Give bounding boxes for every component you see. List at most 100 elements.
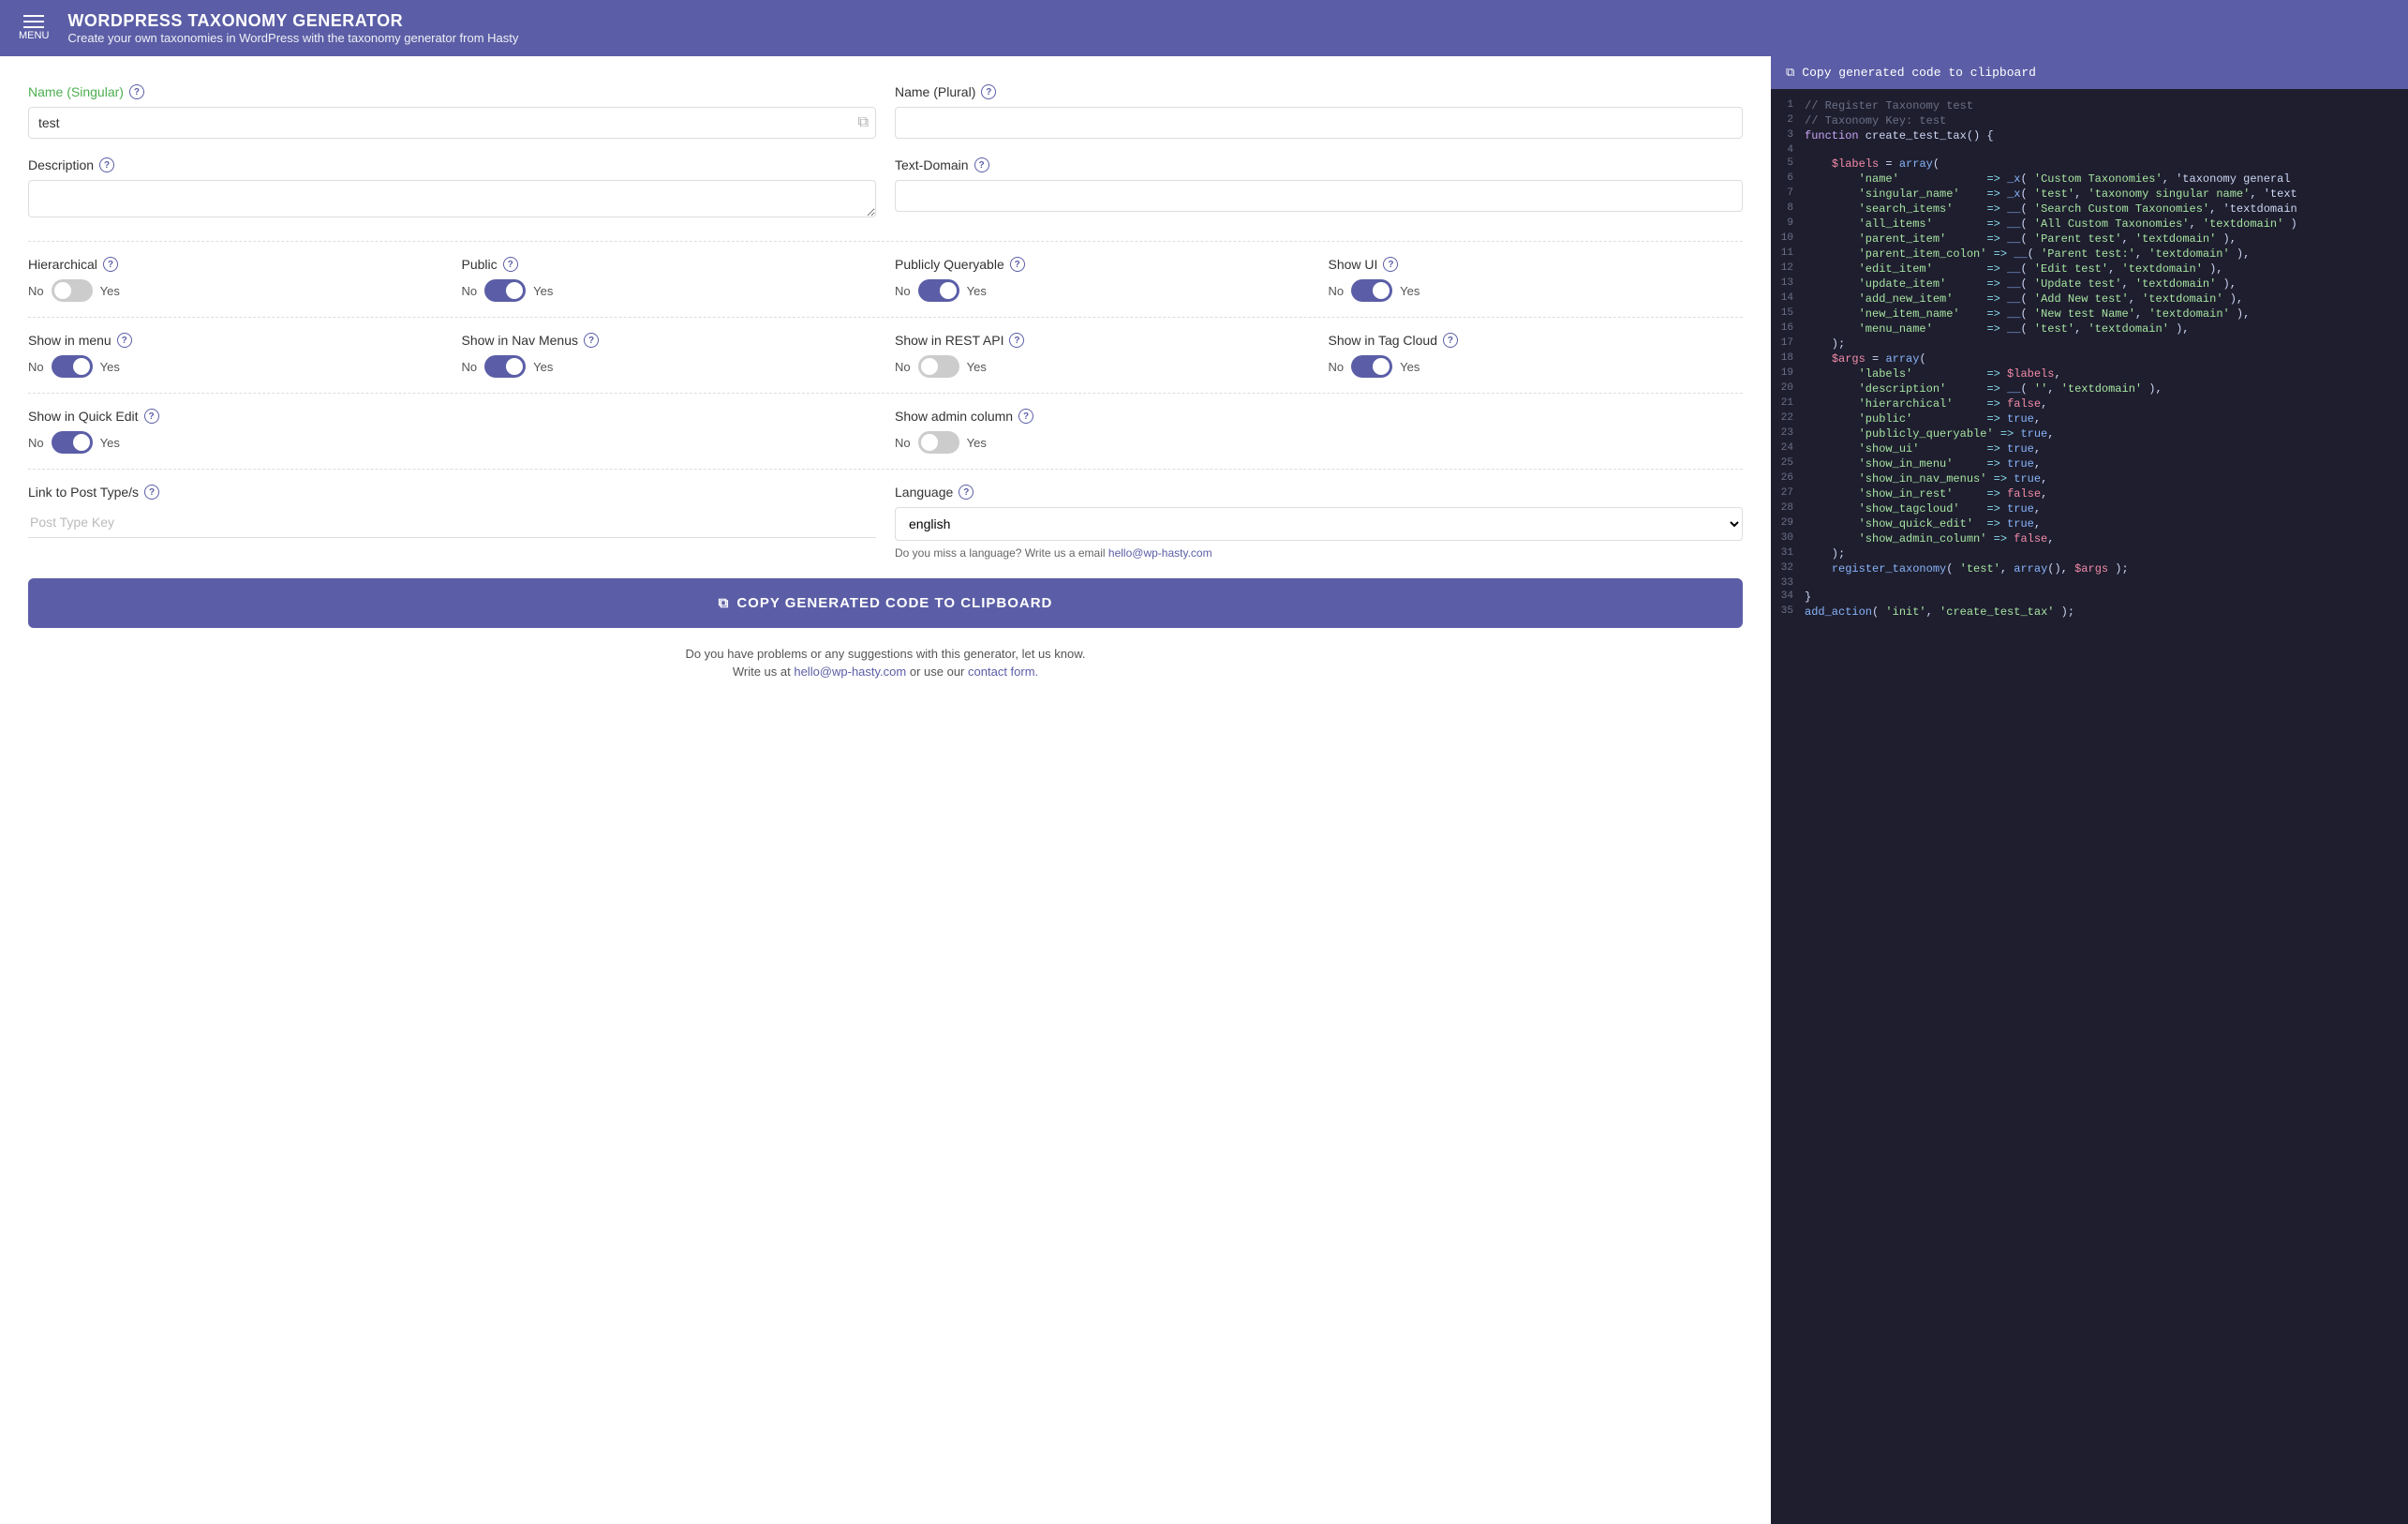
- publicly-queryable-help-icon[interactable]: ?: [1010, 257, 1025, 272]
- show-in-quick-edit-toggle[interactable]: [52, 431, 93, 454]
- plural-name-input[interactable]: [895, 107, 1743, 139]
- show-in-quick-edit-toggle-row: No Yes: [28, 431, 876, 454]
- code-line: 29 'show_quick_edit' => true,: [1771, 516, 2408, 531]
- code-header-label: Copy generated code to clipboard: [1802, 66, 2036, 80]
- siqe-no: No: [28, 436, 44, 450]
- description-label: Description ?: [28, 157, 876, 172]
- show-in-nav-menus-group: Show in Nav Menus ? No Yes: [462, 333, 877, 378]
- code-copy-button[interactable]: ⧉ Copy generated code to clipboard: [1771, 56, 2408, 89]
- page-title: WORDPRESS TAXONOMY GENERATOR: [67, 11, 518, 31]
- public-help-icon[interactable]: ?: [503, 257, 518, 272]
- footer-email-link[interactable]: hello@wp-hasty.com: [794, 665, 906, 679]
- line-number: 2: [1771, 114, 1805, 127]
- sac-no: No: [895, 436, 911, 450]
- language-select[interactable]: english: [895, 507, 1743, 541]
- show-in-menu-help-icon[interactable]: ?: [117, 333, 132, 348]
- line-number: 28: [1771, 502, 1805, 515]
- language-help-icon[interactable]: ?: [959, 485, 974, 500]
- code-line: 11 'parent_item_colon' => __( 'Parent te…: [1771, 247, 2408, 261]
- line-number: 29: [1771, 517, 1805, 530]
- singular-name-group: Name (Singular) ? ⧉: [28, 84, 876, 139]
- toggle-row-3: Show in Quick Edit ? No Yes Show admin c…: [28, 409, 1743, 454]
- line-number: 12: [1771, 262, 1805, 276]
- show-ui-toggle[interactable]: [1351, 279, 1392, 302]
- textdomain-input[interactable]: [895, 180, 1743, 212]
- show-admin-column-toggle[interactable]: [918, 431, 959, 454]
- line-code: 'update_item' => __( 'Update test', 'tex…: [1805, 277, 2237, 291]
- language-email-link[interactable]: hello@wp-hasty.com: [1108, 546, 1212, 560]
- line-code: 'description' => __( '', 'textdomain' ),: [1805, 382, 2163, 396]
- public-toggle[interactable]: [484, 279, 526, 302]
- line-number: 31: [1771, 547, 1805, 560]
- code-line: 24 'show_ui' => true,: [1771, 441, 2408, 456]
- code-line: 33: [1771, 576, 2408, 590]
- show-admin-column-toggle-row: No Yes: [895, 431, 1743, 454]
- line-code: function create_test_tax() {: [1805, 129, 1994, 142]
- toggle-row-1: Hierarchical ? No Yes Public ?: [28, 257, 1743, 302]
- bottom-section: Link to Post Type/s ? Language ? english…: [28, 485, 1743, 560]
- code-line: 28 'show_tagcloud' => true,: [1771, 501, 2408, 516]
- line-code: 'public' => true,: [1805, 412, 2041, 426]
- post-type-input[interactable]: [28, 507, 876, 538]
- code-line: 3function create_test_tax() {: [1771, 128, 2408, 143]
- show-in-menu-toggle[interactable]: [52, 355, 93, 378]
- language-hint: Do you miss a language? Write us a email…: [895, 546, 1743, 560]
- line-code: 'show_in_rest' => false,: [1805, 487, 2047, 501]
- line-number: 16: [1771, 322, 1805, 336]
- show-in-nav-menus-toggle[interactable]: [484, 355, 526, 378]
- line-number: 20: [1771, 382, 1805, 396]
- code-line: 20 'description' => __( '', 'textdomain'…: [1771, 381, 2408, 396]
- line-code: $labels = array(: [1805, 157, 1940, 171]
- show-in-rest-help-icon[interactable]: ?: [1009, 333, 1024, 348]
- line-number: 5: [1771, 157, 1805, 171]
- menu-button[interactable]: MENU: [19, 15, 49, 41]
- code-line: 25 'show_in_menu' => true,: [1771, 456, 2408, 471]
- textdomain-help-icon[interactable]: ?: [974, 157, 989, 172]
- show-admin-column-help-icon[interactable]: ?: [1018, 409, 1033, 424]
- line-code: 'name' => _x( 'Custom Taxonomies', 'taxo…: [1805, 172, 2291, 186]
- line-number: 22: [1771, 412, 1805, 426]
- hierarchical-help-icon[interactable]: ?: [103, 257, 118, 272]
- post-type-help-icon[interactable]: ?: [144, 485, 159, 500]
- description-input[interactable]: [28, 180, 876, 217]
- line-number: 30: [1771, 532, 1805, 545]
- line-code: register_taxonomy( 'test', array(), $arg…: [1805, 562, 2129, 575]
- line-code: }: [1805, 590, 1811, 604]
- show-in-tag-cloud-group: Show in Tag Cloud ? No Yes: [1329, 333, 1744, 378]
- toggle-row-2: Show in menu ? No Yes Show in Nav Menus …: [28, 333, 1743, 378]
- divider-4: [28, 469, 1743, 470]
- hierarchical-toggle[interactable]: [52, 279, 93, 302]
- code-line: 13 'update_item' => __( 'Update test', '…: [1771, 276, 2408, 291]
- show-ui-help-icon[interactable]: ?: [1383, 257, 1398, 272]
- line-number: 18: [1771, 352, 1805, 366]
- description-help-icon[interactable]: ?: [99, 157, 114, 172]
- line-number: 1: [1771, 99, 1805, 112]
- line-number: 15: [1771, 307, 1805, 321]
- show-in-rest-group: Show in REST API ? No Yes: [895, 333, 1310, 378]
- publicly-queryable-toggle[interactable]: [918, 279, 959, 302]
- line-code: 'add_new_item' => __( 'Add New test', 't…: [1805, 292, 2243, 306]
- copy-generated-code-button[interactable]: ⧉ COPY GENERATED CODE TO CLIPBOARD: [28, 578, 1743, 628]
- copy-icon[interactable]: ⧉: [858, 114, 869, 131]
- show-in-tag-cloud-toggle[interactable]: [1351, 355, 1392, 378]
- show-in-tag-cloud-help-icon[interactable]: ?: [1443, 333, 1458, 348]
- show-in-quick-edit-help-icon[interactable]: ?: [144, 409, 159, 424]
- plural-name-help-icon[interactable]: ?: [981, 84, 996, 99]
- sinm-no: No: [462, 360, 478, 374]
- show-in-tag-cloud-label: Show in Tag Cloud ?: [1329, 333, 1744, 348]
- sim-no: No: [28, 360, 44, 374]
- footer-contact-link[interactable]: contact form.: [968, 665, 1038, 679]
- line-number: 17: [1771, 337, 1805, 351]
- show-in-nav-menus-help-icon[interactable]: ?: [584, 333, 599, 348]
- code-line: 34}: [1771, 590, 2408, 605]
- show-in-rest-toggle[interactable]: [918, 355, 959, 378]
- line-code: 'search_items' => __( 'Search Custom Tax…: [1805, 202, 2297, 216]
- line-code: 'new_item_name' => __( 'New test Name', …: [1805, 307, 2250, 321]
- code-line: 17 );: [1771, 336, 2408, 351]
- line-code: 'parent_item' => __( 'Parent test', 'tex…: [1805, 232, 2237, 246]
- header: MENU WORDPRESS TAXONOMY GENERATOR Create…: [0, 0, 2408, 56]
- singular-name-help-icon[interactable]: ?: [129, 84, 144, 99]
- plural-name-label: Name (Plural) ?: [895, 84, 1743, 99]
- code-line: 2// Taxonomy Key: test: [1771, 113, 2408, 128]
- singular-name-input[interactable]: [28, 107, 876, 139]
